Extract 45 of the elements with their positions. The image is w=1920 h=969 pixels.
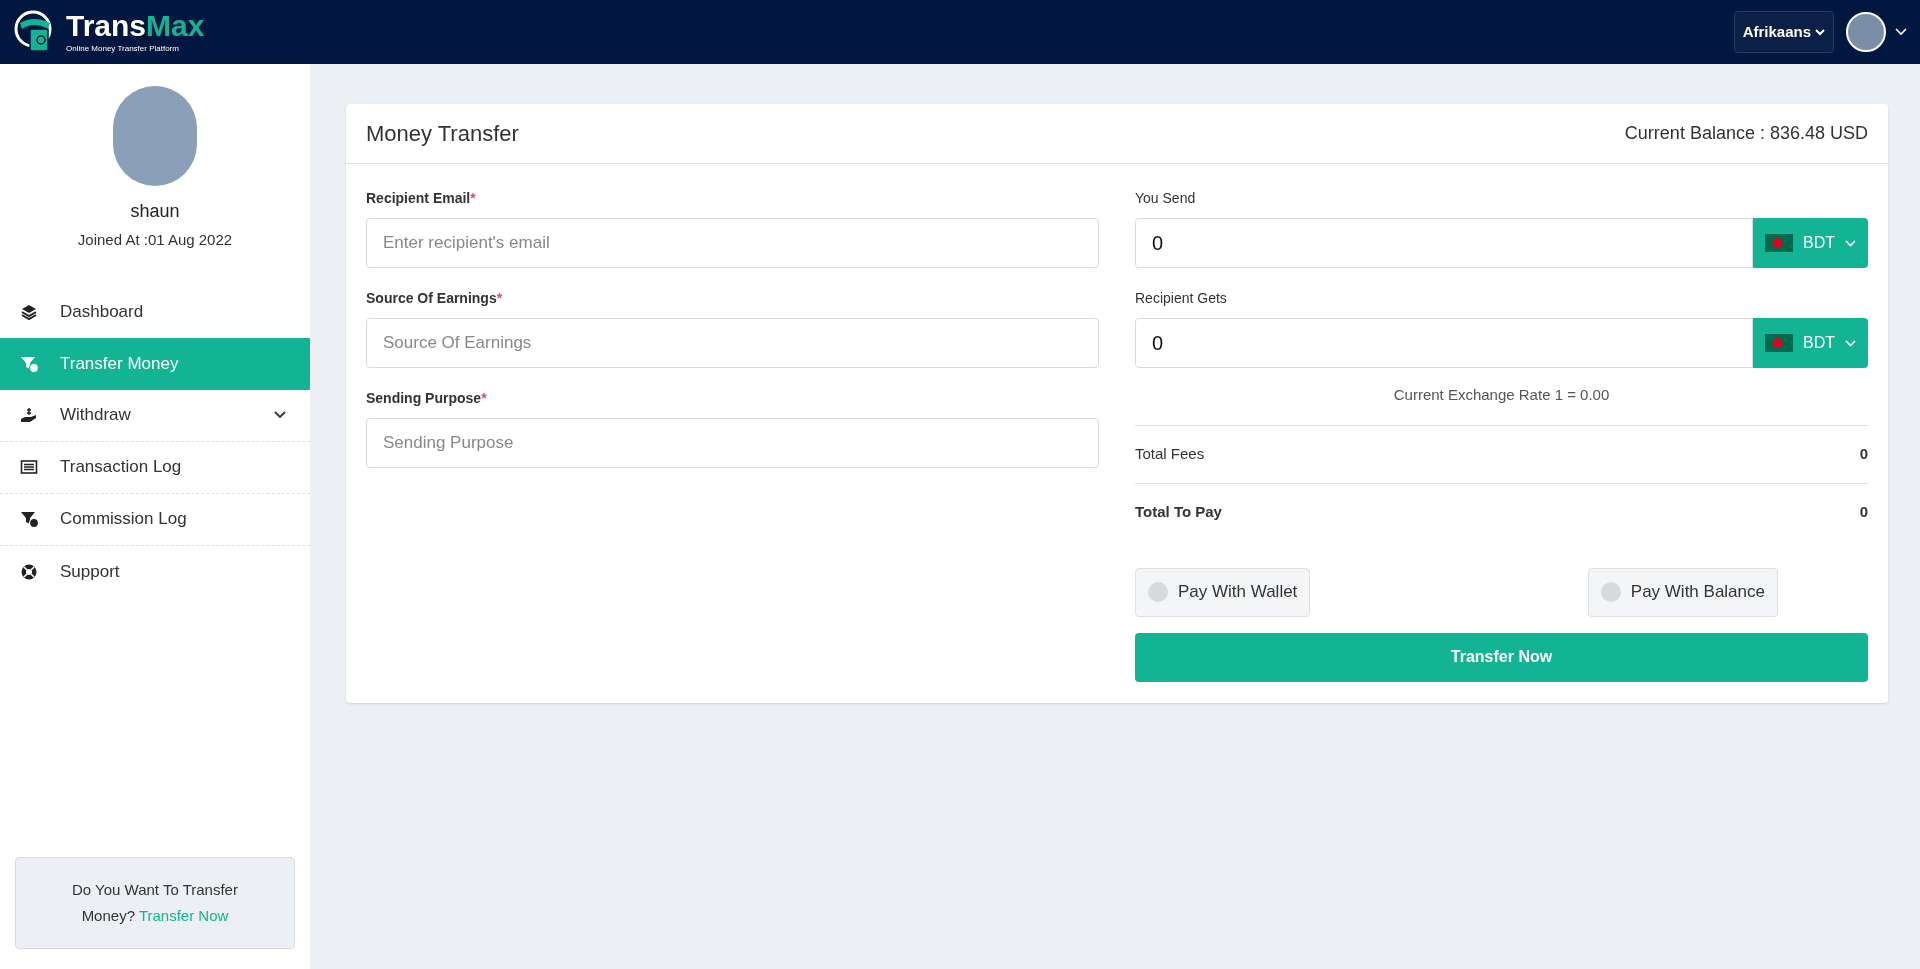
hand-dollar-icon bbox=[20, 406, 38, 424]
field-label: Source Of Earnings* bbox=[366, 289, 504, 308]
promo-text: Do You Want To Transfer Money? Transfer Now bbox=[71, 880, 239, 926]
exchange-rate-text: Current Exchange Rate 1 = 0.00 bbox=[1135, 384, 1868, 426]
sidebar-item[interactable]: Transaction Log bbox=[0, 441, 310, 494]
amount-input-field[interactable]: 0 bbox=[1135, 218, 1753, 268]
avatar-photo-placeholder[interactable] bbox=[1846, 12, 1886, 52]
chevron-down-icon bbox=[1845, 239, 1856, 247]
field-label: Sending Purpose* bbox=[366, 389, 488, 408]
radio-button[interactable] bbox=[1148, 582, 1168, 602]
field-label: You Send bbox=[1135, 189, 1197, 208]
radio-button[interactable] bbox=[1600, 582, 1621, 602]
amount-input-field[interactable]: 0 bbox=[1135, 318, 1753, 368]
total-value: 0 bbox=[1859, 443, 1868, 464]
card-title: Money Transfer bbox=[366, 120, 519, 148]
brand-tagline: Online Money Transfer Platform bbox=[66, 45, 180, 53]
text-input-field[interactable]: Source Of Earnings bbox=[366, 318, 1099, 368]
sidebar-item[interactable]: Withdraw bbox=[0, 389, 310, 442]
sidebar-item[interactable]: Support bbox=[0, 545, 310, 598]
current-balance: Current Balance : 836.48 USD bbox=[1624, 122, 1868, 145]
chevron-down-icon[interactable] bbox=[1894, 27, 1908, 37]
lifebuoy-icon bbox=[20, 562, 38, 581]
payment-option[interactable]: Pay With Wallet bbox=[1135, 567, 1311, 617]
field-label: Recipient Email* bbox=[366, 189, 477, 208]
funnel-coin-icon bbox=[20, 510, 38, 528]
total-value: 0 bbox=[1859, 502, 1868, 523]
chevron-down-icon bbox=[1815, 28, 1825, 36]
list-icon bbox=[20, 458, 38, 476]
funnel-coin-icon bbox=[20, 354, 38, 373]
payment-option[interactable]: Pay With Balance bbox=[1587, 567, 1778, 617]
text-input-field[interactable]: Sending Purpose bbox=[366, 418, 1099, 468]
flag-icon bbox=[1765, 334, 1793, 352]
chevron-down-icon bbox=[1845, 339, 1856, 347]
sidebar-item[interactable]: Dashboard bbox=[0, 285, 310, 338]
brand-name: TransMax bbox=[66, 11, 205, 41]
joined-date: Joined At :01 Aug 2022 bbox=[77, 230, 233, 250]
sidebar-item[interactable]: Commission Log bbox=[0, 493, 310, 546]
user-name: shaun bbox=[130, 200, 180, 223]
flag-icon bbox=[1765, 234, 1793, 252]
text-input-field[interactable]: Enter recipient's email bbox=[366, 218, 1099, 268]
total-label: Total To Pay bbox=[1135, 502, 1222, 523]
field-label: Recipient Gets bbox=[1135, 289, 1228, 308]
total-label: Total Fees bbox=[1135, 443, 1205, 464]
language-dropdown[interactable]: Afrikaans bbox=[1733, 11, 1834, 53]
layers-icon bbox=[20, 302, 38, 321]
